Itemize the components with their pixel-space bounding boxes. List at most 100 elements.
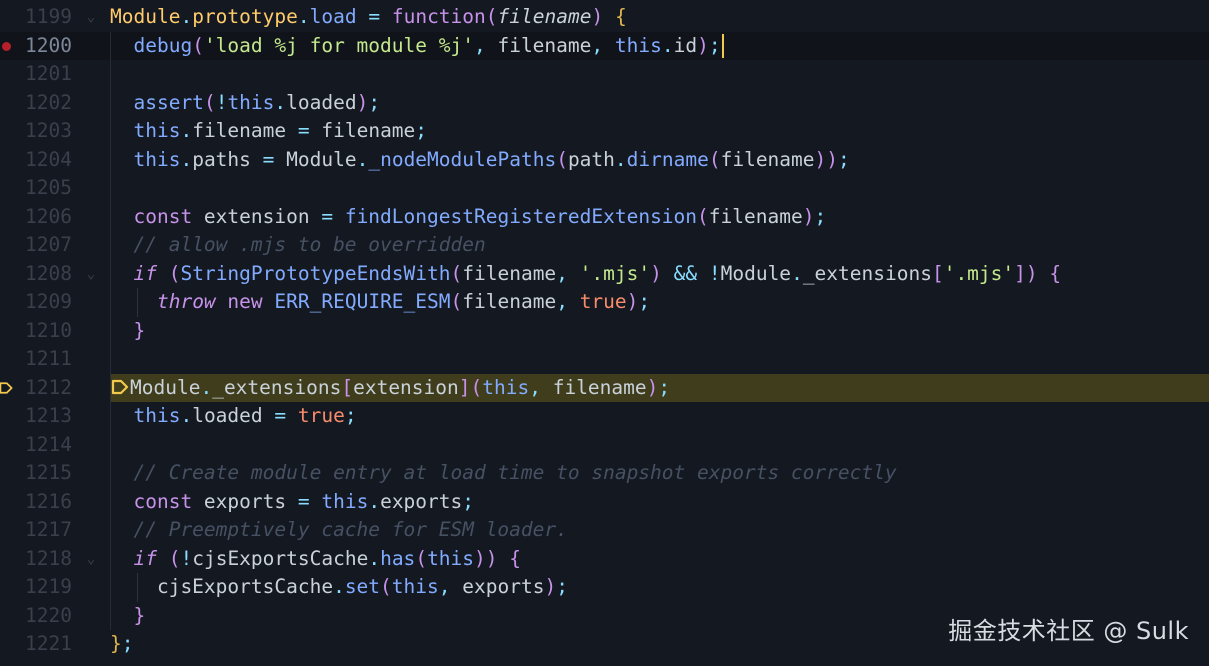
code-line[interactable]: 1217 // Preemptively cache for ESM loade… [0, 516, 1209, 545]
line-number[interactable]: 1219 [0, 573, 72, 602]
code-line[interactable]: 1202 assert(!this.loaded); [0, 89, 1209, 118]
code-text[interactable]: if (StringPrototypeEndsWith(filename, '.… [110, 260, 1209, 289]
line-number[interactable]: 1206 [0, 203, 72, 232]
code-text[interactable]: } [110, 317, 1209, 346]
chevron-down-icon[interactable]: ⌄ [84, 545, 98, 574]
code-line[interactable]: 1205 [0, 174, 1209, 203]
line-number[interactable]: 1209 [0, 288, 72, 317]
line-number[interactable]: 1210 [0, 317, 72, 346]
code-token: . [297, 5, 310, 28]
line-number[interactable]: 1212 [0, 374, 72, 403]
code-token: } [133, 603, 146, 627]
code-line[interactable]: 1218 ⌄ if (!cjsExportsCache.has(this)) { [0, 545, 1209, 574]
line-number[interactable]: 1215 [0, 459, 72, 488]
code-token: ERR_REQUIRE_ESM [274, 290, 451, 313]
code-line[interactable]: 1215 // Create module entry at load time… [0, 459, 1209, 488]
code-line[interactable]: 1204 this.paths = Module._nodeModulePath… [0, 146, 1209, 175]
code-text[interactable]: Module._extensions[extension](this, file… [110, 373, 1209, 402]
chevron-down-icon[interactable]: ⌄ [84, 3, 98, 32]
code-token: this [321, 489, 369, 513]
code-line[interactable]: 1207 // allow .mjs to be overridden [0, 231, 1209, 260]
code-line[interactable]: 1199 ⌄ Module.prototype.load = function(fi… [0, 3, 1209, 32]
code-text[interactable]: const exports = this.exports; [110, 488, 1209, 517]
code-text[interactable] [110, 431, 1209, 460]
code-text[interactable]: this.filename = filename; [110, 117, 1209, 146]
code-line[interactable]: 1219 cjsExportsCache.set(this, exports); [0, 573, 1209, 602]
code-line[interactable]: 1212 Module._extensions[extension](this, … [0, 373, 1209, 403]
indent-guide [110, 31, 111, 630]
code-token: . [368, 546, 381, 570]
line-number[interactable]: 1211 [0, 345, 72, 374]
chevron-down-icon[interactable]: ⌄ [84, 260, 98, 289]
code-text[interactable]: Module.prototype.load = function(filenam… [110, 3, 1209, 32]
line-number[interactable]: 1218 [0, 545, 72, 574]
code-token: = [297, 489, 310, 513]
code-token: . [180, 404, 193, 427]
code-text[interactable] [110, 174, 1209, 203]
code-token: this [227, 90, 275, 114]
code-token: ) [646, 375, 659, 399]
code-text[interactable]: assert(!this.loaded); [110, 89, 1209, 118]
line-number[interactable]: 1201 [0, 60, 72, 89]
code-token: set [344, 575, 381, 598]
code-line[interactable]: 1213 this.loaded = true; [0, 402, 1209, 431]
line-number[interactable]: 1214 [0, 431, 72, 460]
code-text[interactable] [110, 60, 1209, 89]
line-number[interactable]: 1220 [0, 602, 72, 631]
line-number[interactable]: 1202 [0, 89, 72, 118]
code-text[interactable]: this.loaded = true; [110, 402, 1209, 431]
line-number[interactable]: 1204 [0, 146, 72, 175]
code-line[interactable]: 1210 } [0, 317, 1209, 346]
code-token: true [579, 290, 627, 313]
code-token: && [673, 261, 698, 285]
code-token: ( [203, 90, 216, 114]
line-number[interactable]: 1199 [0, 3, 72, 32]
code-line[interactable]: 1209 throw new ERR_REQUIRE_ESM(filename,… [0, 288, 1209, 317]
code-text[interactable] [110, 345, 1209, 374]
code-line[interactable]: 1208 ⌄ if (StringPrototypeEndsWith(filena… [0, 260, 1209, 289]
line-number[interactable]: 1205 [0, 174, 72, 203]
code-token: . [614, 147, 627, 171]
code-text[interactable]: // Preemptively cache for ESM loader. [110, 516, 1209, 545]
code-token: ( [697, 204, 709, 228]
code-line[interactable]: 1214 [0, 431, 1209, 460]
line-number[interactable]: 1200 [0, 32, 72, 61]
code-line[interactable]: 1203 this.filename = filename; [0, 117, 1209, 146]
code-token: this [482, 375, 530, 399]
code-token: _extensions [802, 261, 932, 285]
line-number[interactable]: 1213 [0, 402, 72, 431]
line-number[interactable]: 1216 [0, 488, 72, 517]
code-token: _nodeModulePaths [368, 147, 557, 171]
code-token: id [673, 33, 698, 57]
code-editor[interactable]: 1199 ⌄ Module.prototype.load = function(fi… [0, 0, 1209, 666]
code-token: )) [814, 147, 838, 171]
execution-point-icon [111, 379, 129, 394]
code-text[interactable]: if (!cjsExportsCache.has(this)) { [110, 545, 1209, 574]
code-token: 'load %j for module %j' [203, 33, 474, 57]
code-line[interactable]: 1216 const exports = this.exports; [0, 488, 1209, 517]
line-number[interactable]: 1217 [0, 516, 72, 545]
code-line[interactable]: 1211 [0, 345, 1209, 374]
code-line[interactable]: 1200 debug('load %j for module %j', file… [0, 31, 1209, 61]
code-text[interactable]: // allow .mjs to be overridden [110, 231, 1209, 260]
code-text[interactable]: this.paths = Module._nodeModulePaths(pat… [110, 146, 1209, 175]
code-line[interactable]: 1206 const extension = findLongestRegist… [0, 203, 1209, 232]
code-text[interactable]: const extension = findLongestRegisteredE… [110, 203, 1209, 232]
code-token: ; [462, 489, 475, 513]
code-line[interactable]: 1201 [0, 60, 1209, 89]
code-token: this [427, 546, 475, 570]
code-text[interactable]: debug('load %j for module %j', filename,… [110, 32, 1209, 61]
code-text[interactable]: throw new ERR_REQUIRE_ESM(filename, true… [110, 288, 1209, 317]
line-number[interactable]: 1207 [0, 231, 72, 260]
line-number[interactable]: 1203 [0, 117, 72, 146]
code-text[interactable]: // Create module entry at load time to s… [110, 459, 1209, 488]
line-number[interactable]: 1208 [0, 260, 72, 289]
code-token: ! [180, 546, 193, 570]
code-text[interactable]: cjsExportsCache.set(this, exports); [110, 573, 1209, 602]
code-token: this [614, 33, 662, 57]
line-number[interactable]: 1221 [0, 630, 72, 659]
